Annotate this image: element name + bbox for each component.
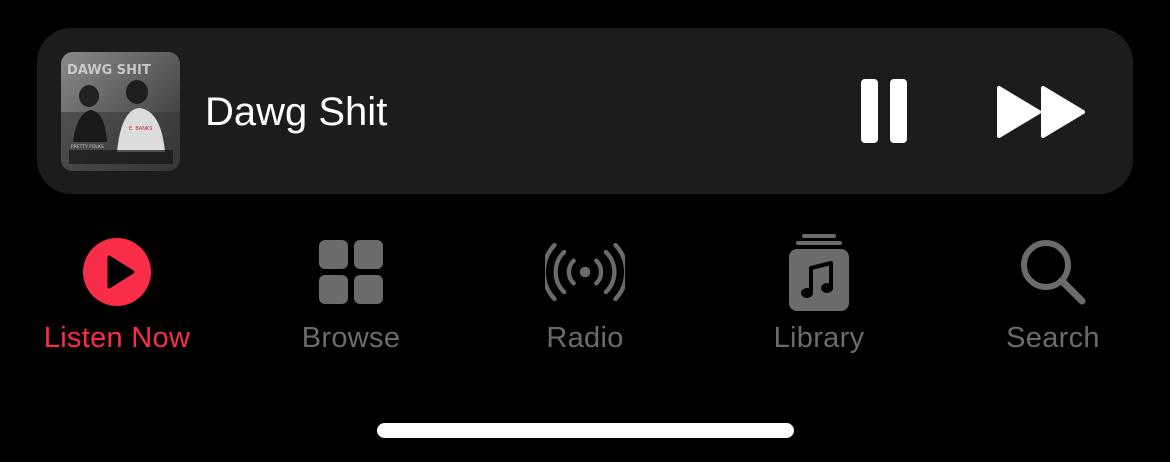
home-indicator[interactable] xyxy=(377,423,794,438)
tab-label-browse: Browse xyxy=(301,322,401,354)
artwork-footer-text: PRETTY FOLKS xyxy=(71,144,104,150)
tab-browse[interactable]: Browse xyxy=(234,222,468,362)
tab-search[interactable]: Search xyxy=(936,222,1170,362)
tab-label-library: Library xyxy=(773,322,865,354)
fast-forward-icon xyxy=(997,86,1085,138)
album-artwork[interactable]: DAWG SHIT E. BANKS PRETTY FOLKS xyxy=(61,52,180,171)
track-title[interactable]: Dawg Shit xyxy=(205,86,387,138)
tab-label-radio: Radio xyxy=(546,322,624,354)
artwork-title-text: DAWG SHIT xyxy=(67,63,151,78)
tab-listen-now[interactable]: Listen Now xyxy=(0,222,234,362)
search-icon xyxy=(1013,232,1093,312)
artwork-artist-text: E. BANKS xyxy=(129,126,152,132)
tab-label-listen-now: Listen Now xyxy=(43,322,191,354)
tab-label-search: Search xyxy=(1006,322,1100,354)
skip-forward-button[interactable] xyxy=(995,84,1089,140)
broadcast-icon xyxy=(545,232,625,312)
tab-library[interactable]: Library xyxy=(702,222,936,362)
pause-icon xyxy=(861,79,907,143)
music-library-icon xyxy=(779,232,859,312)
pause-button[interactable] xyxy=(859,78,911,144)
tab-bar: Listen Now Browse Radio Library Search xyxy=(0,222,1170,362)
mini-player[interactable]: DAWG SHIT E. BANKS PRETTY FOLKS Dawg Shi… xyxy=(37,28,1133,194)
play-circle-icon xyxy=(77,232,157,312)
grid-icon xyxy=(311,232,391,312)
tab-radio[interactable]: Radio xyxy=(468,222,702,362)
